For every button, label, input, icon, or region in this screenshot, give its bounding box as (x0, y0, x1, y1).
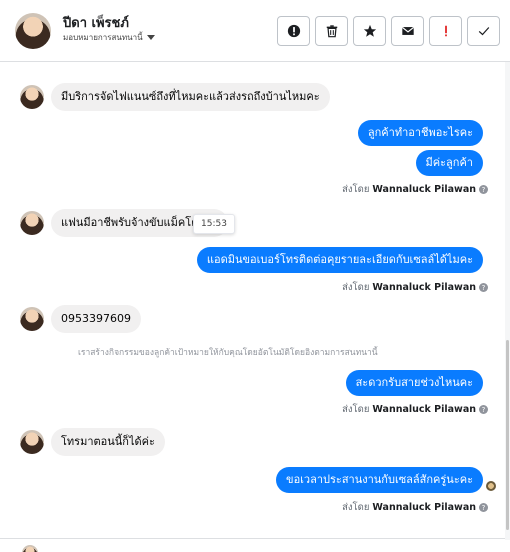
question-icon[interactable]: ? (479, 405, 488, 414)
message-row: แอดมินขอเบอร์โทรติดต่อคุยรายละเอียดกับเซ… (0, 247, 505, 273)
page-avatar (22, 545, 38, 552)
contact-avatar (20, 85, 44, 109)
follow-up-button[interactable] (429, 16, 462, 46)
message-row: มีบริการจัดไฟแนนซ์ถึงที่ไหมคะแล้วส่งรถถึ… (0, 83, 505, 111)
message-row: มีค่ะลูกค้า (0, 150, 505, 176)
exclamation-circle-icon (287, 24, 300, 38)
scrollbar-thumb[interactable] (506, 340, 509, 530)
sender-name[interactable]: Wannaluck Pilawan (372, 404, 476, 415)
envelope-icon (401, 26, 414, 35)
message-row: ลูกค้าทำอาชีพอะไรคะ (0, 120, 505, 146)
sent-by-prefix: ส่งโดย (342, 502, 370, 513)
message-row: 0953397609 (0, 305, 505, 333)
question-icon[interactable]: ? (479, 185, 488, 194)
outgoing-message[interactable]: มีค่ะลูกค้า (415, 150, 483, 176)
incoming-message[interactable]: โทรมาตอนนี้ก็ได้ค่ะ (51, 428, 165, 456)
outgoing-message[interactable]: สะดวกรับสายช่วงไหนคะ (345, 370, 483, 396)
sent-by-label: ส่งโดย Wannaluck Pilawan ? (342, 182, 488, 197)
mark-done-button[interactable] (467, 16, 500, 46)
question-icon[interactable]: ? (479, 503, 488, 512)
sent-by-prefix: ส่งโดย (342, 404, 370, 415)
conversation-header: ปีดา เพ็รชภ์ มอบหมายการสนทนานี้ (0, 0, 510, 62)
sent-by-label: ส่งโดย Wannaluck Pilawan ? (342, 280, 488, 295)
outgoing-message[interactable]: ลูกค้าทำอาชีพอะไรคะ (357, 120, 483, 146)
contact-name[interactable]: ปีดา เพ็รชภ์ (63, 12, 129, 33)
sender-name[interactable]: Wannaluck Pilawan (372, 184, 476, 195)
sent-by-label: ส่งโดย Wannaluck Pilawan ? (342, 500, 488, 515)
auto-activity-notice: เราสร้างกิจกรรมของลูกค้าเป้าหมายให้กับคุ… (78, 348, 378, 358)
message-row: ขอเวลาประสานงานกับเซลล์สักครู่นะคะ (0, 467, 505, 493)
delete-button[interactable] (315, 16, 348, 46)
timestamp-tooltip: 15:53 (193, 214, 235, 234)
reply-composer[interactable] (0, 538, 505, 552)
question-icon[interactable]: ? (479, 283, 488, 292)
contact-avatar (20, 211, 44, 235)
alert-icon (444, 25, 447, 37)
sent-by-label: ส่งโดย Wannaluck Pilawan ? (342, 402, 488, 417)
contact-avatar[interactable] (15, 13, 51, 49)
message-row: แฟนมีอาชีพรับจ้างขับแม็คโครค่ะ (0, 209, 505, 237)
star-icon (363, 24, 376, 37)
check-icon (478, 27, 489, 36)
mark-spam-button[interactable] (277, 16, 310, 46)
sender-name[interactable]: Wannaluck Pilawan (372, 282, 476, 293)
outgoing-message[interactable]: ขอเวลาประสานงานกับเซลล์สักครู่นะคะ (276, 467, 483, 493)
seen-avatar (486, 481, 496, 491)
chevron-down-icon (146, 35, 155, 40)
sender-name[interactable]: Wannaluck Pilawan (372, 502, 476, 513)
mark-unread-button[interactable] (391, 16, 424, 46)
outgoing-message[interactable]: แอดมินขอเบอร์โทรติดต่อคุยรายละเอียดกับเซ… (196, 247, 483, 273)
star-button[interactable] (353, 16, 386, 46)
trash-icon (326, 25, 337, 38)
incoming-message[interactable]: 0953397609 (51, 305, 141, 333)
contact-avatar (20, 430, 44, 454)
message-row: โทรมาตอนนี้ก็ได้ค่ะ (0, 428, 505, 456)
action-toolbar (277, 16, 500, 46)
sent-by-prefix: ส่งโดย (342, 184, 370, 195)
sent-by-prefix: ส่งโดย (342, 282, 370, 293)
assign-label: มอบหมายการสนทนานี้ (63, 33, 143, 42)
assign-conversation-dropdown[interactable]: มอบหมายการสนทนานี้ (63, 31, 155, 44)
incoming-message[interactable]: มีบริการจัดไฟแนนซ์ถึงที่ไหมคะแล้วส่งรถถึ… (51, 83, 330, 111)
contact-avatar (20, 307, 44, 331)
message-row: สะดวกรับสายช่วงไหนคะ (0, 370, 505, 396)
